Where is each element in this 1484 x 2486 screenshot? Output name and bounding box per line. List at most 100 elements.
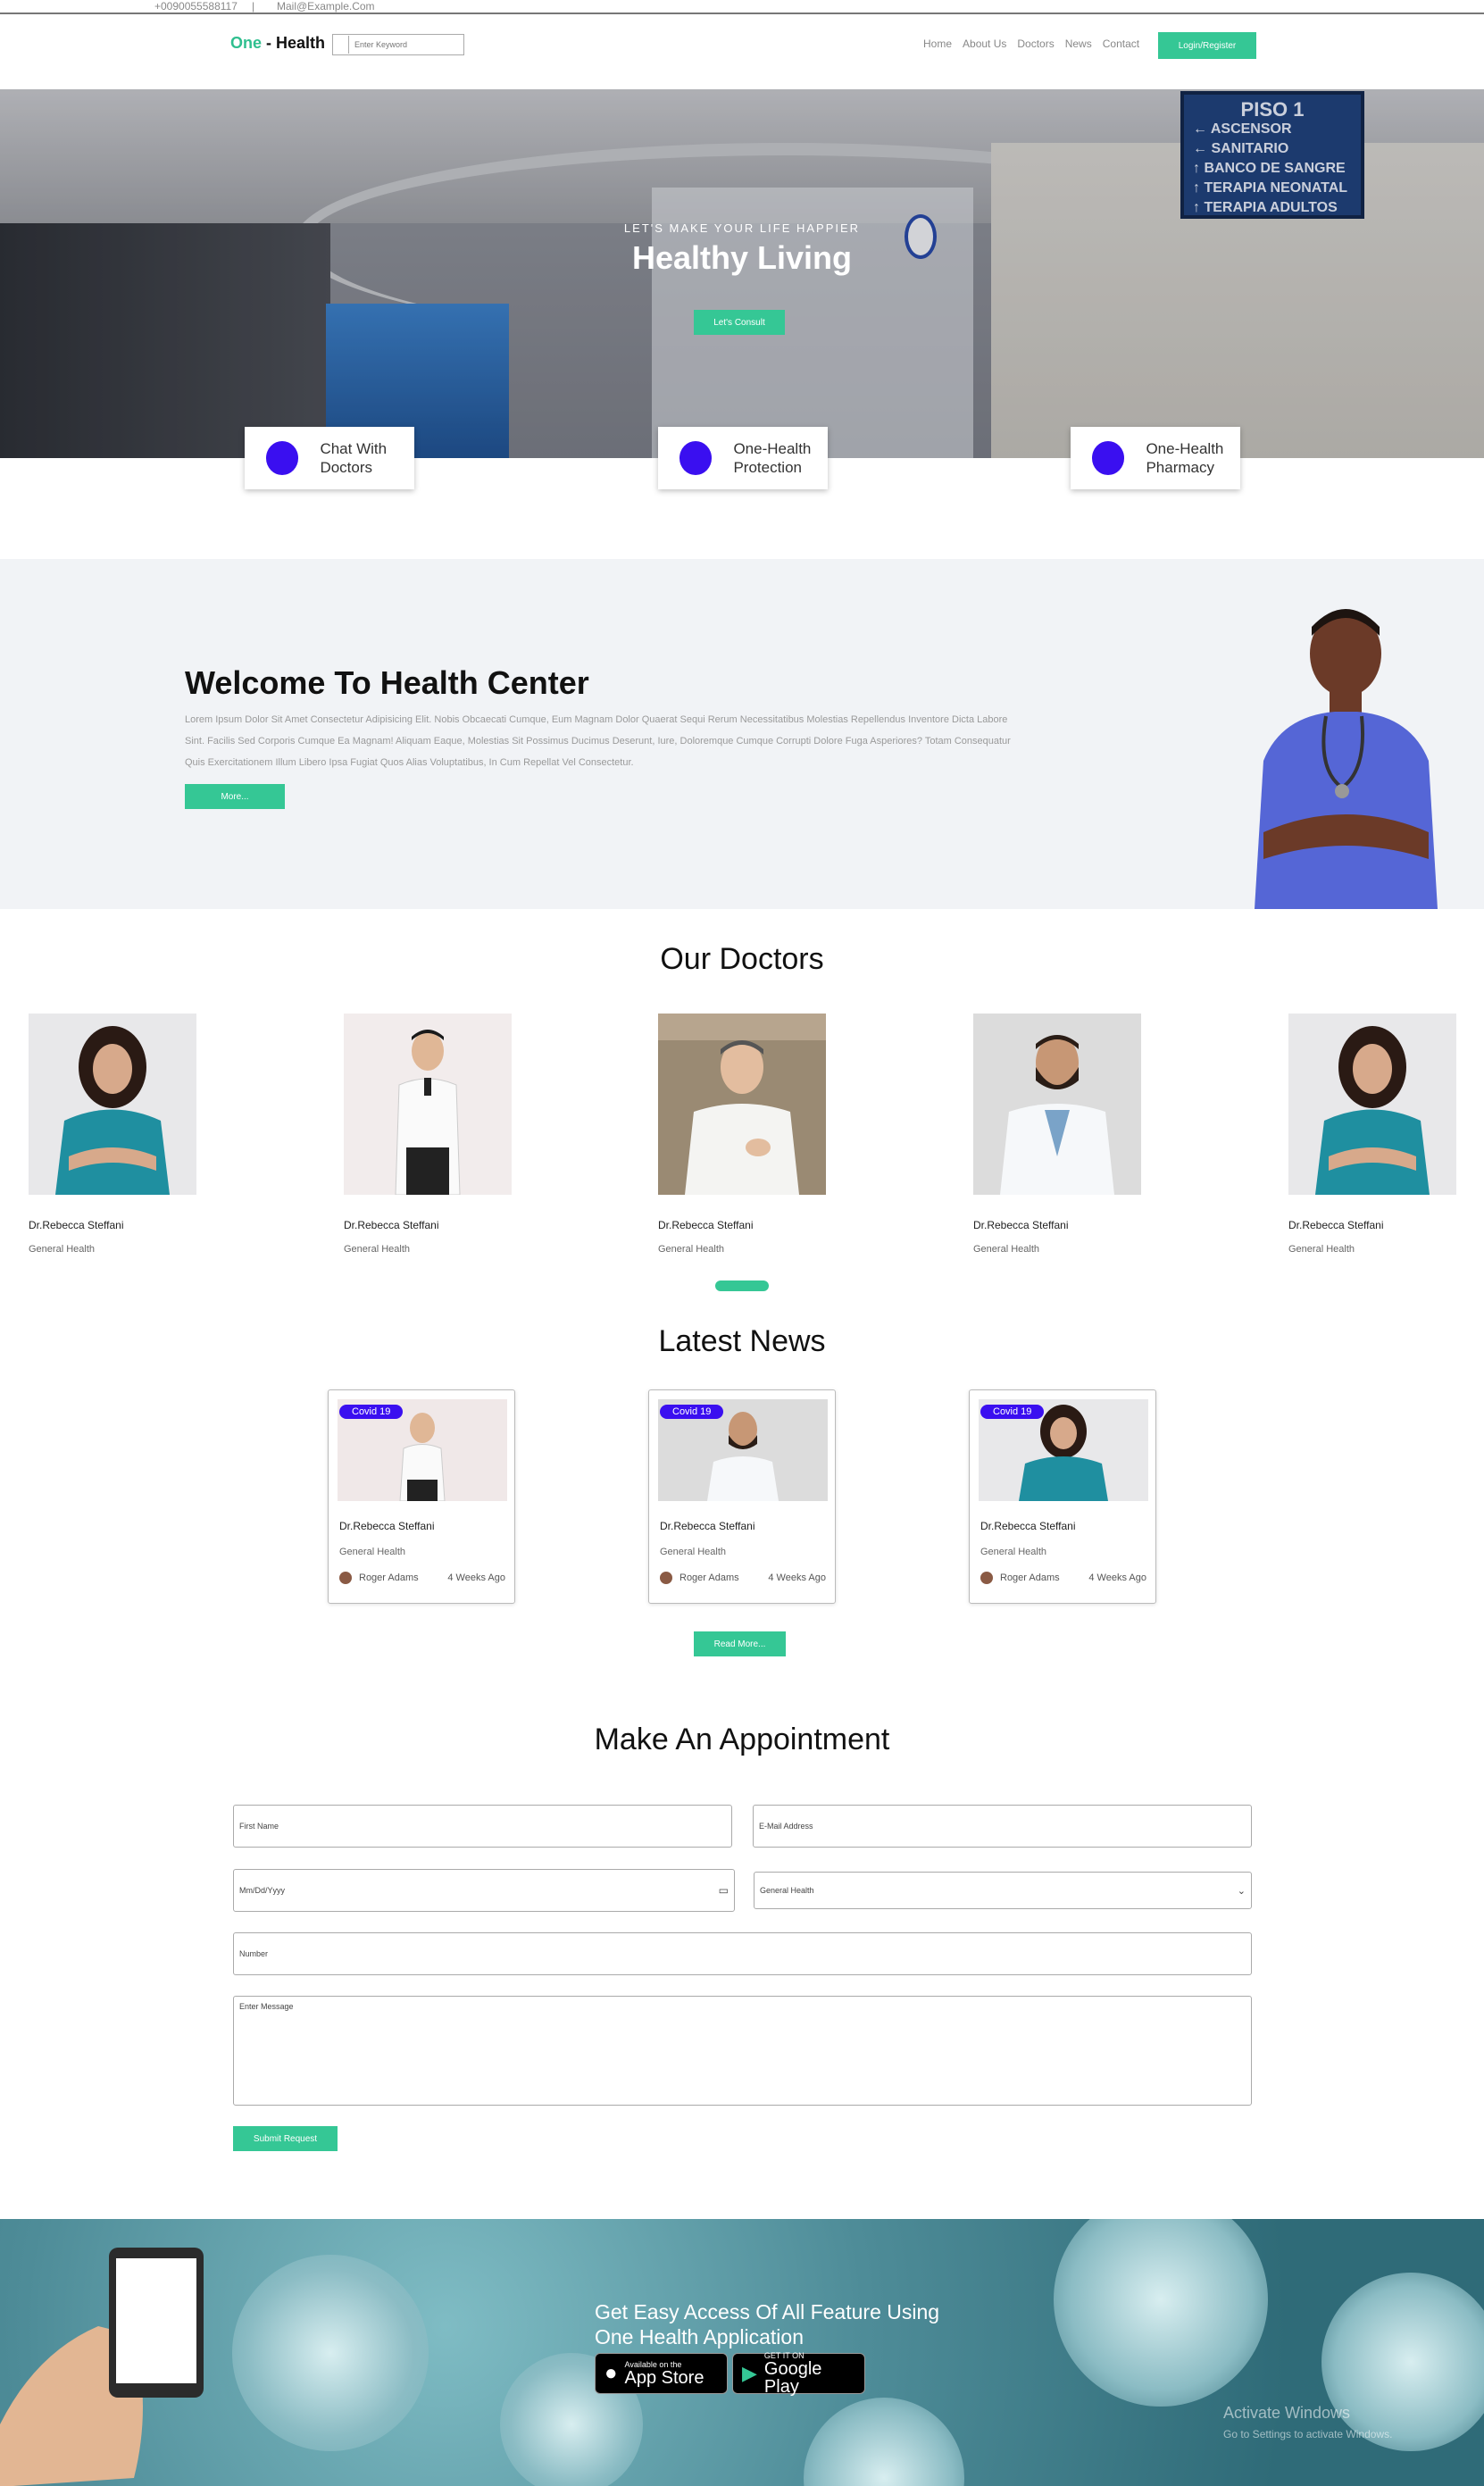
calendar-icon[interactable]: ▭ — [719, 1884, 729, 1897]
doctor-name: Dr.Rebecca Steffani — [29, 1219, 124, 1231]
news-author: Roger Adams — [1000, 1573, 1060, 1583]
number-field[interactable]: Number — [233, 1932, 1252, 1975]
navbar: One - Health Home About Us Doctors News … — [0, 14, 1484, 89]
first-name-field[interactable]: First Name — [233, 1805, 732, 1848]
news-author: Roger Adams — [359, 1573, 419, 1583]
doctor-photo — [344, 1014, 512, 1196]
doctor-specialty: General Health — [344, 1244, 410, 1255]
department-value: General Health — [760, 1886, 814, 1895]
search-divider — [348, 36, 349, 54]
doctor-name: Dr.Rebecca Steffani — [1288, 1219, 1384, 1231]
doctor-photo — [658, 1014, 826, 1195]
consult-button[interactable]: Let's Consult — [694, 310, 785, 335]
news-tag[interactable]: Covid 19 — [660, 1405, 724, 1419]
appstore-big-text: App Store — [624, 2368, 704, 2388]
news-title: Latest News — [658, 1324, 826, 1358]
search-input[interactable] — [332, 34, 464, 55]
email-placeholder: E-Mail Address — [759, 1822, 813, 1831]
news-specialty: General Health — [339, 1547, 405, 1557]
author-avatar — [980, 1572, 993, 1584]
phone-in-hand-icon — [0, 2248, 204, 2486]
doctor-card[interactable]: Dr.Rebecca Steffani General Health — [973, 1014, 1141, 1255]
feature-card-chat[interactable]: Chat With Doctors — [245, 427, 414, 489]
read-more-button[interactable]: Read More... — [694, 1631, 786, 1656]
feature-card-protection[interactable]: One-Health Protection — [658, 427, 828, 489]
hero-banner: PISO 1 ← ASCENSOR ← SANITARIO ↑ BANCO DE… — [0, 89, 1484, 458]
news-card[interactable]: Covid 19 Dr.Rebecca Steffani General Hea… — [648, 1389, 836, 1604]
email-address[interactable]: Mail@Example.Com — [277, 0, 375, 13]
welcome-section: Welcome To Health Center Lorem Ipsum Dol… — [0, 559, 1484, 909]
first-name-placeholder: First Name — [239, 1822, 279, 1831]
app-headline-line1: Get Easy Access Of All Feature Using — [595, 2300, 940, 2323]
watermark-subtitle: Go to Settings to activate Windows. — [1223, 2428, 1393, 2440]
app-store-badge[interactable]: ● Available on the App Store — [595, 2353, 728, 2394]
protection-icon — [679, 441, 713, 475]
news-time: 4 Weeks Ago — [447, 1573, 505, 1583]
news-author: Roger Adams — [679, 1573, 739, 1583]
google-play-badge[interactable]: ▶ GET IT ON Google Play — [732, 2351, 865, 2396]
separator: | — [252, 0, 255, 13]
virus-illustration — [232, 2255, 429, 2451]
activate-windows-watermark: Activate Windows Go to Settings to activ… — [1223, 2404, 1392, 2440]
hero-title: Healthy Living — [631, 239, 853, 276]
doctor-name: Dr.Rebecca Steffani — [973, 1219, 1069, 1231]
department-select[interactable]: General Health ⌄ — [754, 1872, 1252, 1909]
phone-number: +0090055588117 — [154, 0, 238, 13]
doctor-card[interactable]: Dr.Rebecca Steffani General Health — [344, 1014, 512, 1255]
news-doctor-name: Dr.Rebecca Steffani — [339, 1520, 435, 1532]
play-icon: ▶ — [742, 2362, 757, 2384]
number-placeholder: Number — [239, 1949, 269, 1958]
carousel-indicator[interactable] — [715, 1281, 769, 1291]
chevron-down-icon: ⌄ — [1237, 1885, 1246, 1897]
date-placeholder: Mm/Dd/Yyyy — [239, 1886, 286, 1895]
feature-card-pharmacy[interactable]: One-Health Pharmacy — [1071, 427, 1240, 489]
news-card[interactable]: Covid 19 Dr.Rebecca Steffani General Hea… — [328, 1389, 515, 1604]
doctor-specialty: General Health — [658, 1244, 724, 1255]
author-avatar — [339, 1572, 352, 1584]
doctor-photo — [1288, 1014, 1456, 1195]
nav-link-news[interactable]: News — [1065, 38, 1092, 50]
apple-icon: ● — [604, 2361, 618, 2385]
app-headline-line2: One Health Application — [595, 2325, 804, 2348]
news-card[interactable]: Covid 19 Dr.Rebecca Steffani General Hea… — [969, 1389, 1156, 1604]
doctor-card[interactable]: Dr.Rebecca Steffani General Health — [1288, 1014, 1456, 1255]
message-textarea[interactable]: Enter Message — [233, 1996, 1252, 2106]
logo-one: One — [230, 34, 263, 52]
chat-icon — [266, 441, 299, 475]
nav-link-contact[interactable]: Contact — [1103, 38, 1139, 50]
feature-label: One-Health Pharmacy — [1146, 440, 1224, 476]
nav-link-doctors[interactable]: Doctors — [1017, 38, 1054, 50]
nav-link-about[interactable]: About Us — [963, 38, 1006, 50]
news-time: 4 Weeks Ago — [1088, 1573, 1146, 1583]
appointment-title: Make An Appointment — [594, 1723, 890, 1756]
doctor-card[interactable]: Dr.Rebecca Steffani General Health — [29, 1014, 196, 1255]
logo[interactable]: One - Health — [230, 34, 325, 53]
submit-request-button[interactable]: Submit Request — [233, 2126, 338, 2151]
news-tag[interactable]: Covid 19 — [980, 1405, 1045, 1419]
pharmacy-icon — [1092, 441, 1125, 475]
nav-links: Home About Us Doctors News Contact — [923, 38, 1139, 50]
app-promo-footer: Get Easy Access Of All Feature Using One… — [0, 2219, 1484, 2486]
nav-link-home[interactable]: Home — [923, 38, 952, 50]
virus-illustration — [1054, 2219, 1268, 2407]
login-register-button[interactable]: Login/Register — [1158, 32, 1256, 59]
doctor-name: Dr.Rebecca Steffani — [344, 1219, 439, 1231]
doctor-specialty: General Health — [29, 1244, 95, 1255]
doctor-portrait — [1255, 609, 1438, 909]
doctor-photo — [29, 1014, 196, 1195]
doctor-photo — [973, 1014, 1141, 1195]
feature-label: Chat With Doctors — [320, 440, 388, 476]
news-doctor-name: Dr.Rebecca Steffani — [660, 1520, 755, 1532]
news-time: 4 Weeks Ago — [768, 1573, 826, 1583]
news-specialty: General Health — [660, 1547, 726, 1557]
news-doctor-name: Dr.Rebecca Steffani — [980, 1520, 1076, 1532]
app-headline: Get Easy Access Of All Feature Using One… — [595, 2299, 939, 2349]
doctor-card[interactable]: Dr.Rebecca Steffani General Health — [658, 1014, 826, 1255]
doctors-title: Our Doctors — [660, 942, 824, 976]
news-specialty: General Health — [980, 1547, 1046, 1557]
more-button[interactable]: More... — [185, 784, 285, 809]
news-tag[interactable]: Covid 19 — [339, 1405, 404, 1419]
email-field[interactable]: E-Mail Address — [753, 1805, 1252, 1848]
date-field[interactable]: Mm/Dd/Yyyy ▭ — [233, 1869, 735, 1912]
welcome-description: Lorem Ipsum Dolor Sit Amet Consectetur A… — [185, 714, 1011, 768]
